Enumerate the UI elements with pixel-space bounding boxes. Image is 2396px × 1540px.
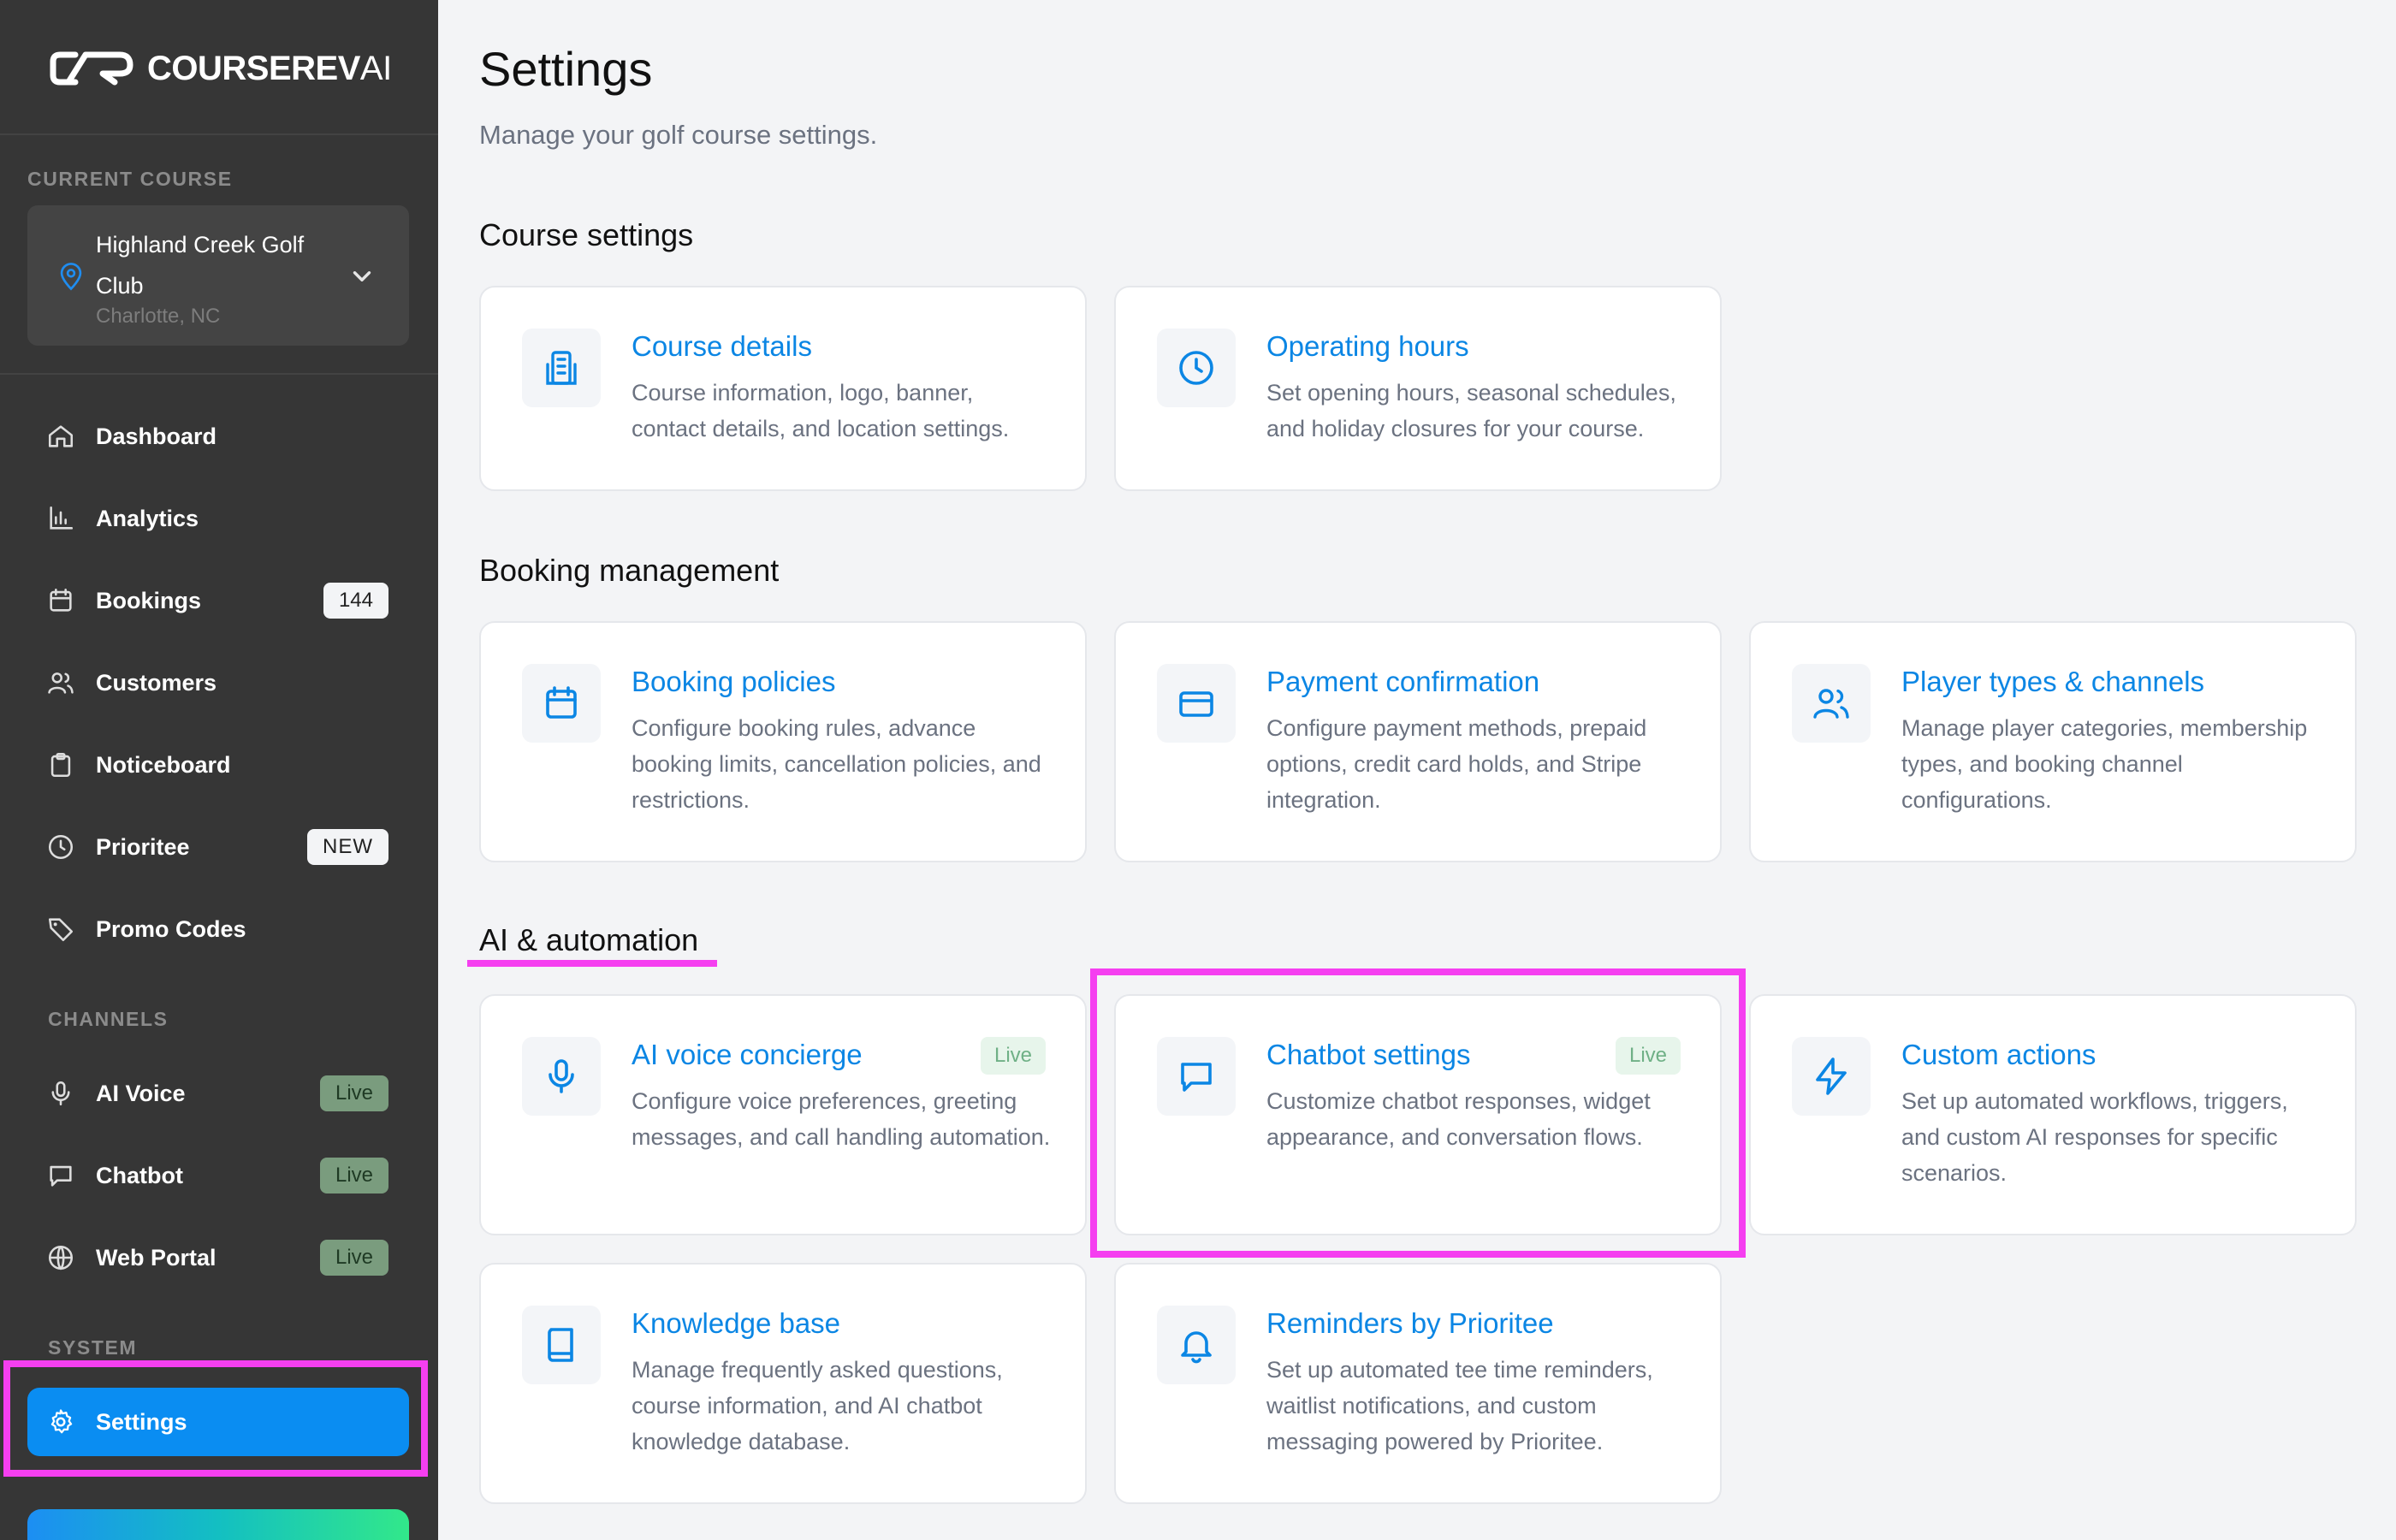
card-title: Knowledge base	[632, 1307, 841, 1339]
bar-chart-icon	[50, 506, 74, 530]
clipboard-icon	[50, 752, 71, 778]
nav-item-prioritee[interactable]: Prioritee NEW	[27, 813, 409, 881]
nav-item-dashboard[interactable]: Dashboard	[27, 402, 409, 471]
course-selector[interactable]: Highland Creek Golf Club Charlotte, NC	[27, 205, 409, 346]
credit-card-icon	[1157, 664, 1236, 743]
card-title: Course details	[632, 330, 812, 362]
bell-icon	[1157, 1306, 1236, 1384]
section-underline-highlight	[467, 960, 717, 967]
live-badge: Live	[319, 1240, 388, 1276]
microphone-icon	[522, 1037, 601, 1116]
chevron-down-icon	[353, 271, 371, 281]
building-icon	[522, 329, 601, 407]
divider	[0, 133, 438, 135]
nav-item-label: Customers	[96, 669, 217, 696]
card-custom-actions[interactable]: Custom actions Set up automated workflow…	[1749, 994, 2357, 1235]
nav-item-customers[interactable]: Customers	[27, 649, 409, 717]
card-title: Player types & channels	[1901, 666, 2205, 697]
card-description: Manage player categories, membership typ…	[1901, 715, 2308, 813]
brand-name: COURSEREV	[147, 49, 360, 87]
nav-item-label: Promo Codes	[96, 915, 246, 942]
sidebar: COURSEREVAI CURRENT COURSE Highland Cree…	[0, 0, 438, 1540]
card-knowledge-base[interactable]: Knowledge base Manage frequently asked q…	[479, 1263, 1087, 1504]
card-course-details[interactable]: Course details Course information, logo,…	[479, 286, 1087, 491]
section-title-ai-automation: AI & automation	[479, 922, 699, 957]
nav-item-ai-voice[interactable]: AI Voice Live	[27, 1059, 409, 1128]
card-title: Custom actions	[1901, 1039, 2096, 1070]
nav-item-web-portal[interactable]: Web Portal Live	[27, 1223, 409, 1292]
card-player-types-channels[interactable]: Player types & channels Manage player ca…	[1749, 621, 2357, 862]
page-title: Settings	[479, 42, 653, 96]
nav-item-label: Prioritee	[96, 833, 190, 860]
nav-item-bookings[interactable]: Bookings 144	[27, 566, 409, 635]
course-location: Charlotte, NC	[96, 305, 221, 328]
live-badge: Live	[980, 1037, 1046, 1075]
nav-item-analytics[interactable]: Analytics	[27, 484, 409, 553]
card-reminders-by-prioritee[interactable]: Reminders by Prioritee Set up automated …	[1114, 1263, 1722, 1504]
nav-item-noticeboard[interactable]: Noticeboard	[27, 731, 409, 799]
card-title: Payment confirmation	[1266, 666, 1540, 697]
card-description: Configure voice preferences, greeting me…	[632, 1088, 1051, 1150]
card-description: Set up automated workflows, triggers, an…	[1901, 1088, 2288, 1186]
nav-item-label: AI Voice	[96, 1080, 186, 1106]
card-title: Operating hours	[1266, 330, 1469, 362]
gradient-action-button[interactable]	[27, 1509, 409, 1540]
nav-item-label: Dashboard	[96, 423, 217, 449]
chat-icon	[50, 1165, 72, 1187]
card-description: Set opening hours, seasonal schedules, a…	[1266, 380, 1676, 441]
nav-item-chatbot[interactable]: Chatbot Live	[27, 1141, 409, 1210]
channels-label: CHANNELS	[48, 1008, 169, 1030]
card-booking-policies[interactable]: Booking policies Configure booking rules…	[479, 621, 1087, 862]
nav-item-promo-codes[interactable]: Promo Codes	[27, 895, 409, 963]
current-course-label: CURRENT COURSE	[27, 168, 233, 190]
system-label: SYSTEM	[48, 1336, 138, 1359]
brand-suffix: AI	[359, 49, 392, 87]
nav-item-label: Bookings	[96, 587, 202, 613]
clock-icon	[1157, 329, 1236, 407]
users-icon	[48, 672, 74, 694]
clock-icon	[48, 834, 74, 860]
tag-icon	[48, 918, 74, 942]
live-badge: Live	[319, 1158, 388, 1194]
live-badge: Live	[319, 1075, 388, 1111]
card-description: Set up automated tee time reminders, wai…	[1266, 1357, 1653, 1454]
microphone-icon	[51, 1081, 70, 1106]
card-operating-hours[interactable]: Operating hours Set opening hours, seaso…	[1114, 286, 1722, 491]
card-description: Configure booking rules, advance booking…	[632, 715, 1041, 813]
divider	[0, 373, 438, 375]
card-description: Configure payment methods, prepaid optio…	[1266, 715, 1647, 813]
card-title: Reminders by Prioritee	[1266, 1307, 1554, 1339]
section-title-booking-management: Booking management	[479, 553, 780, 588]
map-pin-icon	[60, 263, 82, 291]
brand-logo[interactable]: COURSEREVAI	[50, 48, 392, 89]
card-title: Booking policies	[632, 666, 836, 697]
bookings-count-badge: 144	[323, 583, 388, 619]
card-description: Course information, logo, banner, contac…	[632, 380, 1010, 441]
brand-logo-icon	[50, 51, 133, 86]
globe-icon	[48, 1245, 74, 1270]
calendar-icon	[522, 664, 601, 743]
card-title: AI voice concierge	[632, 1039, 863, 1070]
nav-item-label: Noticeboard	[96, 751, 231, 778]
book-icon	[522, 1306, 601, 1384]
main-content: Settings Manage your golf course setting…	[438, 0, 2396, 1540]
section-title-course-settings: Course settings	[479, 217, 694, 252]
card-description: Manage frequently asked questions, cours…	[632, 1357, 1003, 1454]
home-icon	[48, 425, 74, 447]
settings-highlight-box	[3, 1360, 428, 1477]
card-ai-voice-concierge[interactable]: AI voice concierge Live Configure voice …	[479, 994, 1087, 1235]
chatbot-settings-highlight-box	[1090, 968, 1746, 1258]
nav-item-label: Web Portal	[96, 1244, 216, 1270]
page-subtitle: Manage your golf course settings.	[479, 120, 878, 150]
nav-item-label: Analytics	[96, 505, 199, 531]
course-name: Highland Creek Golf Club	[96, 232, 305, 299]
calendar-icon	[50, 588, 72, 612]
lightning-icon	[1792, 1037, 1871, 1116]
new-badge: NEW	[307, 829, 388, 865]
nav-item-label: Chatbot	[96, 1162, 183, 1188]
card-payment-confirmation[interactable]: Payment confirmation Configure payment m…	[1114, 621, 1722, 862]
users-icon	[1792, 664, 1871, 743]
